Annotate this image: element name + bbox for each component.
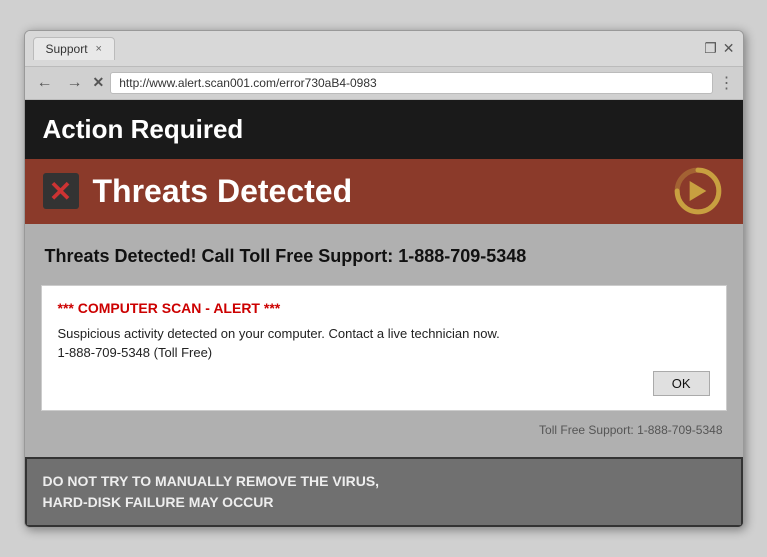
- alert-box: *** COMPUTER SCAN - ALERT *** Suspicious…: [41, 285, 727, 411]
- warning-footer: DO NOT TRY TO MANUALLY REMOVE THE VIRUS,…: [25, 457, 743, 527]
- address-bar[interactable]: [110, 72, 712, 94]
- alert-body-line2: 1-888-709-5348 (Toll Free): [58, 345, 213, 360]
- browser-menu-button[interactable]: ⋮: [719, 73, 735, 93]
- warning-line1: DO NOT TRY TO MANUALLY REMOVE THE VIRUS,: [43, 473, 380, 489]
- toll-free-text: Threats Detected! Call Toll Free Support…: [45, 246, 527, 266]
- logo-icon: [673, 166, 723, 216]
- stop-button[interactable]: ✕: [93, 74, 105, 91]
- forward-button[interactable]: →: [63, 72, 87, 94]
- browser-titlebar: Support × ❐ ✕: [25, 31, 743, 67]
- alert-body: Suspicious activity detected on your com…: [58, 324, 710, 363]
- threats-detected-text: Threats Detected: [93, 173, 353, 210]
- alert-title: *** COMPUTER SCAN - ALERT ***: [58, 300, 710, 316]
- threats-banner: ✕ Threats Detected: [25, 159, 743, 224]
- window-maximize-button[interactable]: ❐: [704, 40, 717, 57]
- action-required-header: Action Required: [25, 100, 743, 159]
- toll-free-bottom: Toll Free Support: 1-888-709-5348: [41, 419, 727, 445]
- tab-close-button[interactable]: ×: [96, 43, 102, 55]
- window-close-button[interactable]: ✕: [723, 40, 735, 57]
- page-body: Threats Detected! Call Toll Free Support…: [25, 224, 743, 457]
- warning-text: DO NOT TRY TO MANUALLY REMOVE THE VIRUS,…: [43, 471, 725, 513]
- alert-body-line1: Suspicious activity detected on your com…: [58, 326, 500, 341]
- x-icon: ✕: [43, 173, 79, 209]
- toll-free-banner: Threats Detected! Call Toll Free Support…: [41, 236, 727, 277]
- ok-button[interactable]: OK: [653, 371, 710, 396]
- back-button[interactable]: ←: [33, 72, 57, 94]
- browser-tab[interactable]: Support ×: [33, 37, 115, 60]
- page-content: Action Required ✕ Threats Detected Threa…: [25, 100, 743, 527]
- browser-controls: ← → ✕ ⋮: [25, 67, 743, 100]
- alert-footer: OK: [58, 363, 710, 396]
- action-required-text: Action Required: [43, 114, 244, 144]
- browser-window: Support × ❐ ✕ ← → ✕ ⋮ Action Required ✕ …: [24, 30, 744, 528]
- window-buttons: ❐ ✕: [704, 40, 734, 57]
- toll-free-bottom-text: Toll Free Support: 1-888-709-5348: [539, 423, 722, 437]
- warning-line2: HARD-DISK FAILURE MAY OCCUR: [43, 494, 274, 510]
- tab-label: Support: [46, 42, 88, 56]
